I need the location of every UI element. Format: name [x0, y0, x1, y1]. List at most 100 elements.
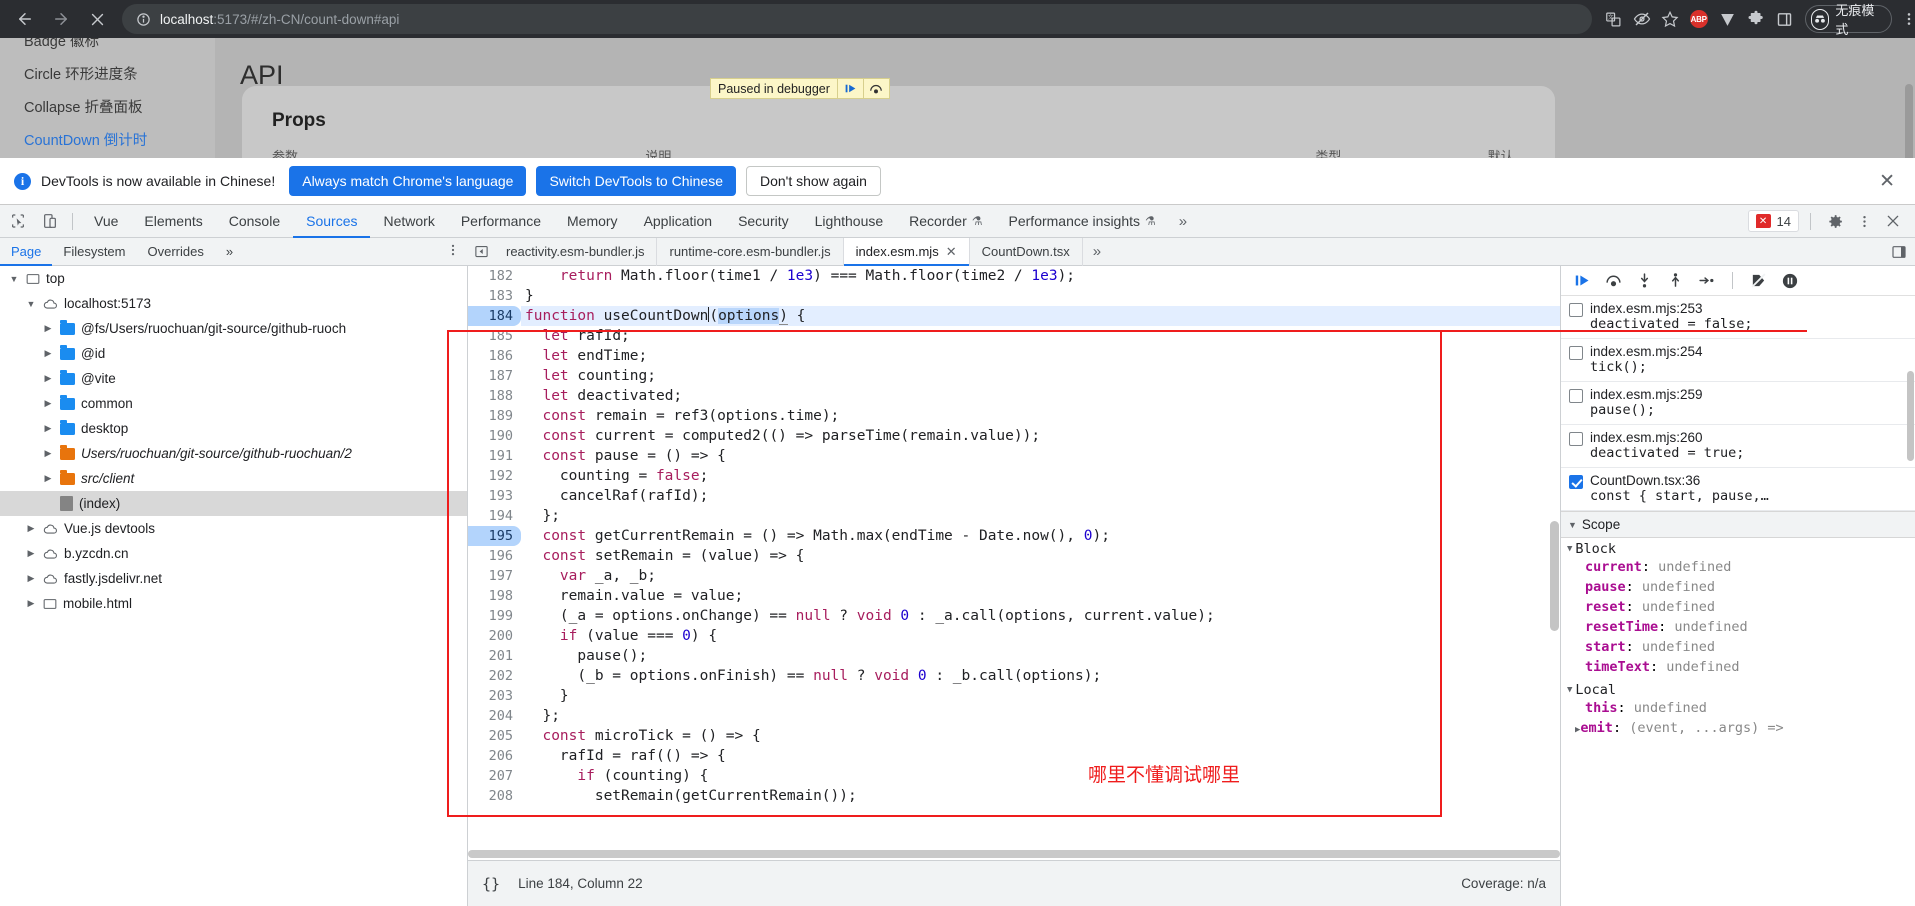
incognito-indicator[interactable]: 无痕模式: [1805, 3, 1892, 37]
scope-tree[interactable]: ▼ Block current: undefined pause: undefined…: [1561, 538, 1915, 740]
chevron-right-icon[interactable]: ▶: [42, 473, 54, 484]
code-line[interactable]: 203 }: [468, 686, 1560, 706]
scope-variable-row[interactable]: start: undefined: [1561, 639, 1915, 659]
stop-loading-icon[interactable]: [80, 2, 114, 36]
scope-variable-row[interactable]: timeText: undefined: [1561, 659, 1915, 679]
chevron-right-icon[interactable]: ▶: [25, 573, 37, 584]
editor-horizontal-scrollbar[interactable]: [468, 848, 1560, 860]
line-number[interactable]: 207: [468, 766, 521, 786]
tab-performance-insights[interactable]: Performance insights ⚗: [996, 205, 1169, 238]
scope-variable-row[interactable]: pause: undefined: [1561, 579, 1915, 599]
code-line[interactable]: 185 let rafId;: [468, 326, 1560, 346]
scope-group-local[interactable]: ▼ Local: [1561, 679, 1915, 700]
adblock-icon[interactable]: ABP: [1687, 6, 1709, 32]
line-number[interactable]: 202: [468, 666, 521, 686]
deactivate-breakpoints-icon[interactable]: [1745, 267, 1772, 294]
chevron-down-icon[interactable]: ▼: [8, 274, 20, 284]
step-over-icon[interactable]: [1600, 267, 1627, 294]
code-line[interactable]: 206 rafId = raf(() => {: [468, 746, 1560, 766]
star-icon[interactable]: [1659, 6, 1681, 32]
line-number[interactable]: 196: [468, 546, 521, 566]
page-sidebar-item-badge[interactable]: Badge 徽标: [0, 38, 215, 59]
tab-performance[interactable]: Performance: [448, 205, 554, 238]
line-number[interactable]: 189: [468, 406, 521, 426]
tree-item-b-yzcdn-cn[interactable]: ▶ b.yzcdn.cn: [0, 541, 467, 566]
code-line[interactable]: 186 let endTime;: [468, 346, 1560, 366]
breakpoint-item[interactable]: index.esm.mjs:259 pause();: [1561, 382, 1915, 425]
line-number[interactable]: 186: [468, 346, 521, 366]
breakpoint-checkbox[interactable]: [1569, 389, 1583, 403]
side-panel-icon[interactable]: [1773, 6, 1795, 32]
chevron-right-icon[interactable]: ▶: [42, 348, 54, 359]
page-sidebar-item-collapse[interactable]: Collapse 折叠面板: [0, 92, 215, 125]
breakpoints-scrollbar[interactable]: [1907, 371, 1914, 461]
chevron-down-icon[interactable]: ▼: [1567, 685, 1572, 695]
code-line[interactable]: 207 if (counting) {: [468, 766, 1560, 786]
vimium-icon[interactable]: [1716, 6, 1738, 32]
nav-kebab-icon[interactable]: [446, 243, 468, 260]
breakpoints-list[interactable]: index.esm.mjs:253 deactivated = false; ind…: [1561, 296, 1915, 511]
code-line[interactable]: 201 pause();: [468, 646, 1560, 666]
code-line[interactable]: 189 const remain = ref3(options.time);: [468, 406, 1560, 426]
error-count-chip[interactable]: ✕ 14: [1747, 210, 1799, 232]
scope-group-block[interactable]: ▼ Block: [1561, 538, 1915, 559]
eye-slash-icon[interactable]: [1630, 6, 1652, 32]
breakpoint-checkbox[interactable]: [1569, 346, 1583, 360]
line-number[interactable]: 199: [468, 606, 521, 626]
step-icon[interactable]: [1693, 267, 1720, 294]
scope-section-header[interactable]: ▼ Scope: [1561, 511, 1915, 538]
scope-variable-row[interactable]: resetTime: undefined: [1561, 619, 1915, 639]
breakpoint-checkbox[interactable]: [1569, 432, 1583, 446]
line-number[interactable]: 208: [468, 786, 521, 806]
code-line[interactable]: 183}: [468, 286, 1560, 306]
back-icon[interactable]: [8, 2, 42, 36]
code-line[interactable]: 195 const getCurrentRemain = () => Math.…: [468, 526, 1560, 546]
code-line[interactable]: 196 const setRemain = (value) => {: [468, 546, 1560, 566]
chevron-right-icon[interactable]: ▶: [42, 423, 54, 434]
more-file-tabs-icon[interactable]: »: [1083, 243, 1111, 260]
scope-variable-row[interactable]: this: undefined: [1561, 700, 1915, 720]
line-number[interactable]: 205: [468, 726, 521, 746]
file-tab-index-esm[interactable]: index.esm.mjs ✕: [843, 237, 970, 266]
tab-network[interactable]: Network: [370, 205, 447, 238]
tree-item-vue-js-devtools[interactable]: ▶ Vue.js devtools: [0, 516, 467, 541]
chevron-right-icon[interactable]: ▶: [25, 598, 37, 609]
breakpoint-item[interactable]: CountDown.tsx:36 const { start, pause,…: [1561, 468, 1915, 511]
editor-vertical-scrollbar[interactable]: [1550, 266, 1559, 906]
show-navigator-icon[interactable]: [468, 238, 494, 266]
switch-devtools-to-chinese-button[interactable]: Switch DevTools to Chinese: [536, 166, 736, 196]
chevron-down-icon[interactable]: ▼: [1567, 544, 1572, 554]
scope-variable-row[interactable]: current: undefined: [1561, 559, 1915, 579]
pause-on-exceptions-icon[interactable]: [1776, 267, 1803, 294]
pretty-print-icon[interactable]: {}: [482, 875, 500, 893]
tree-item-index[interactable]: (index): [0, 491, 467, 516]
extensions-puzzle-icon[interactable]: [1744, 6, 1766, 32]
page-sidebar-item-circle[interactable]: Circle 环形进度条: [0, 59, 215, 92]
sources-navigator-tree[interactable]: ▼ top ▼ localhost:5173 ▶ @fs/Users/ruochuan/g…: [0, 266, 468, 906]
tree-item-vite[interactable]: ▶ @vite: [0, 366, 467, 391]
browser-menu-icon[interactable]: [1898, 6, 1915, 32]
tree-item-common[interactable]: ▶ common: [0, 391, 467, 416]
breakpoint-item[interactable]: index.esm.mjs:260 deactivated = true;: [1561, 425, 1915, 468]
code-line[interactable]: 198 remain.value = value;: [468, 586, 1560, 606]
code-line[interactable]: 197 var _a, _b;: [468, 566, 1560, 586]
tab-memory[interactable]: Memory: [554, 205, 631, 238]
line-number[interactable]: 194: [468, 506, 521, 526]
code-line[interactable]: 184 function useCountDown(options) {: [468, 306, 1560, 326]
chevron-right-icon[interactable]: ▶: [42, 323, 54, 334]
close-icon[interactable]: ✕: [946, 244, 957, 260]
devtools-menu-icon[interactable]: [1851, 208, 1877, 234]
code-line[interactable]: 200 if (value === 0) {: [468, 626, 1560, 646]
line-number[interactable]: 184: [468, 306, 521, 326]
translate-icon[interactable]: 文: [1602, 6, 1624, 32]
nav-tab-page[interactable]: Page: [0, 238, 52, 266]
tab-vue[interactable]: Vue: [81, 205, 131, 238]
tree-item-id[interactable]: ▶ @id: [0, 341, 467, 366]
file-tab-runtime-core[interactable]: runtime-core.esm-bundler.js: [657, 237, 844, 266]
line-number[interactable]: 192: [468, 466, 521, 486]
code-line[interactable]: 205 const microTick = () => {: [468, 726, 1560, 746]
always-match-language-button[interactable]: Always match Chrome's language: [289, 166, 527, 196]
tree-item-mobile-html[interactable]: ▶ mobile.html: [0, 591, 467, 616]
line-number[interactable]: 182: [468, 266, 521, 286]
close-devtools-icon[interactable]: [1880, 208, 1906, 234]
